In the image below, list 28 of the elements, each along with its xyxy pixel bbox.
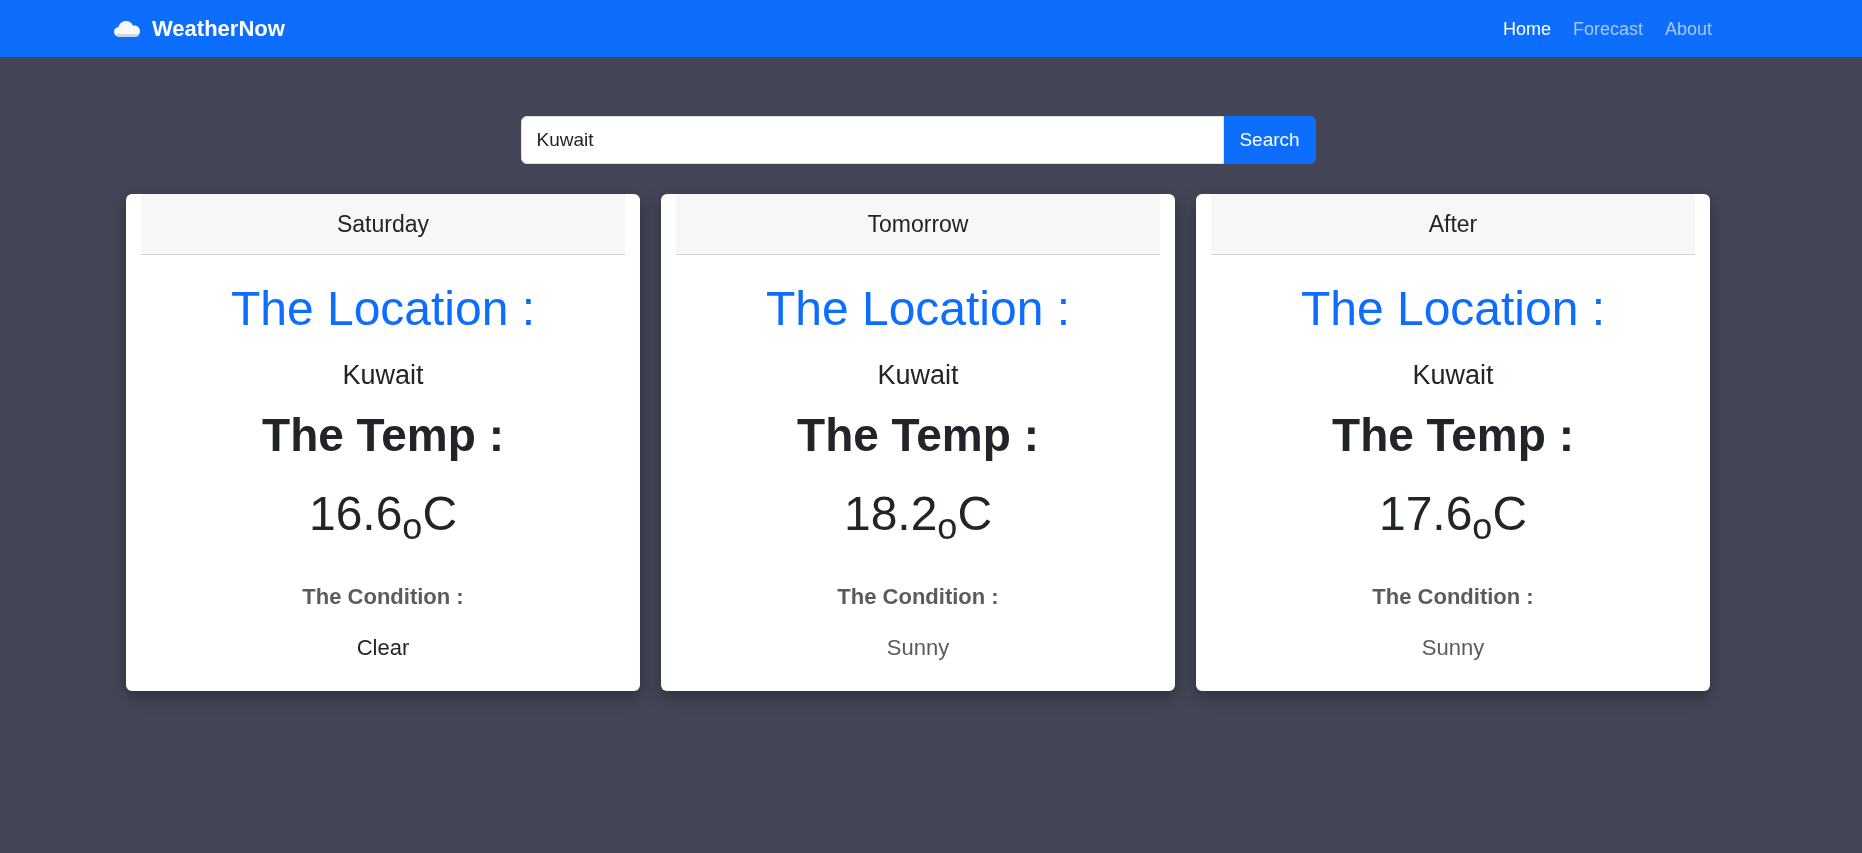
temperature-value: 17.6$_{o}$C	[1378, 486, 1528, 544]
condition-text: Clear	[356, 634, 410, 662]
location-name: Kuwait	[877, 359, 959, 392]
condition-text: Sunny	[886, 634, 950, 662]
temp-heading: The Temp :	[262, 408, 504, 463]
temp-heading: The Temp :	[797, 408, 1039, 463]
temperature-value: 18.2$_{o}$C	[843, 486, 993, 544]
nav-link[interactable]: About	[1656, 16, 1720, 41]
day-title: Tomorrow	[867, 210, 969, 238]
location-name: Kuwait	[342, 359, 424, 392]
search-field[interactable]: Kuwait	[520, 116, 1224, 164]
condition-heading: The Condition :	[1372, 583, 1534, 611]
location-name: Kuwait	[1412, 359, 1494, 392]
brand-link[interactable]: WeatherNow	[152, 14, 285, 43]
cloud-icon	[114, 20, 140, 37]
day-title: After	[1428, 210, 1478, 238]
condition-heading: The Condition :	[837, 583, 999, 611]
condition-text: Sunny	[1421, 634, 1485, 662]
temperature-value: 16.6$_{o}$C	[308, 486, 458, 544]
temp-heading: The Temp :	[1332, 408, 1574, 463]
day-title: Saturday	[336, 210, 430, 238]
search-button[interactable]: Search	[1223, 116, 1316, 164]
location-heading: The Location :	[765, 281, 1071, 337]
nav-link[interactable]: Forecast	[1564, 16, 1651, 41]
nav-link[interactable]: Home	[1494, 16, 1559, 41]
condition-heading: The Condition :	[302, 583, 464, 611]
location-heading: The Location :	[230, 281, 536, 337]
location-heading: The Location :	[1300, 281, 1606, 337]
